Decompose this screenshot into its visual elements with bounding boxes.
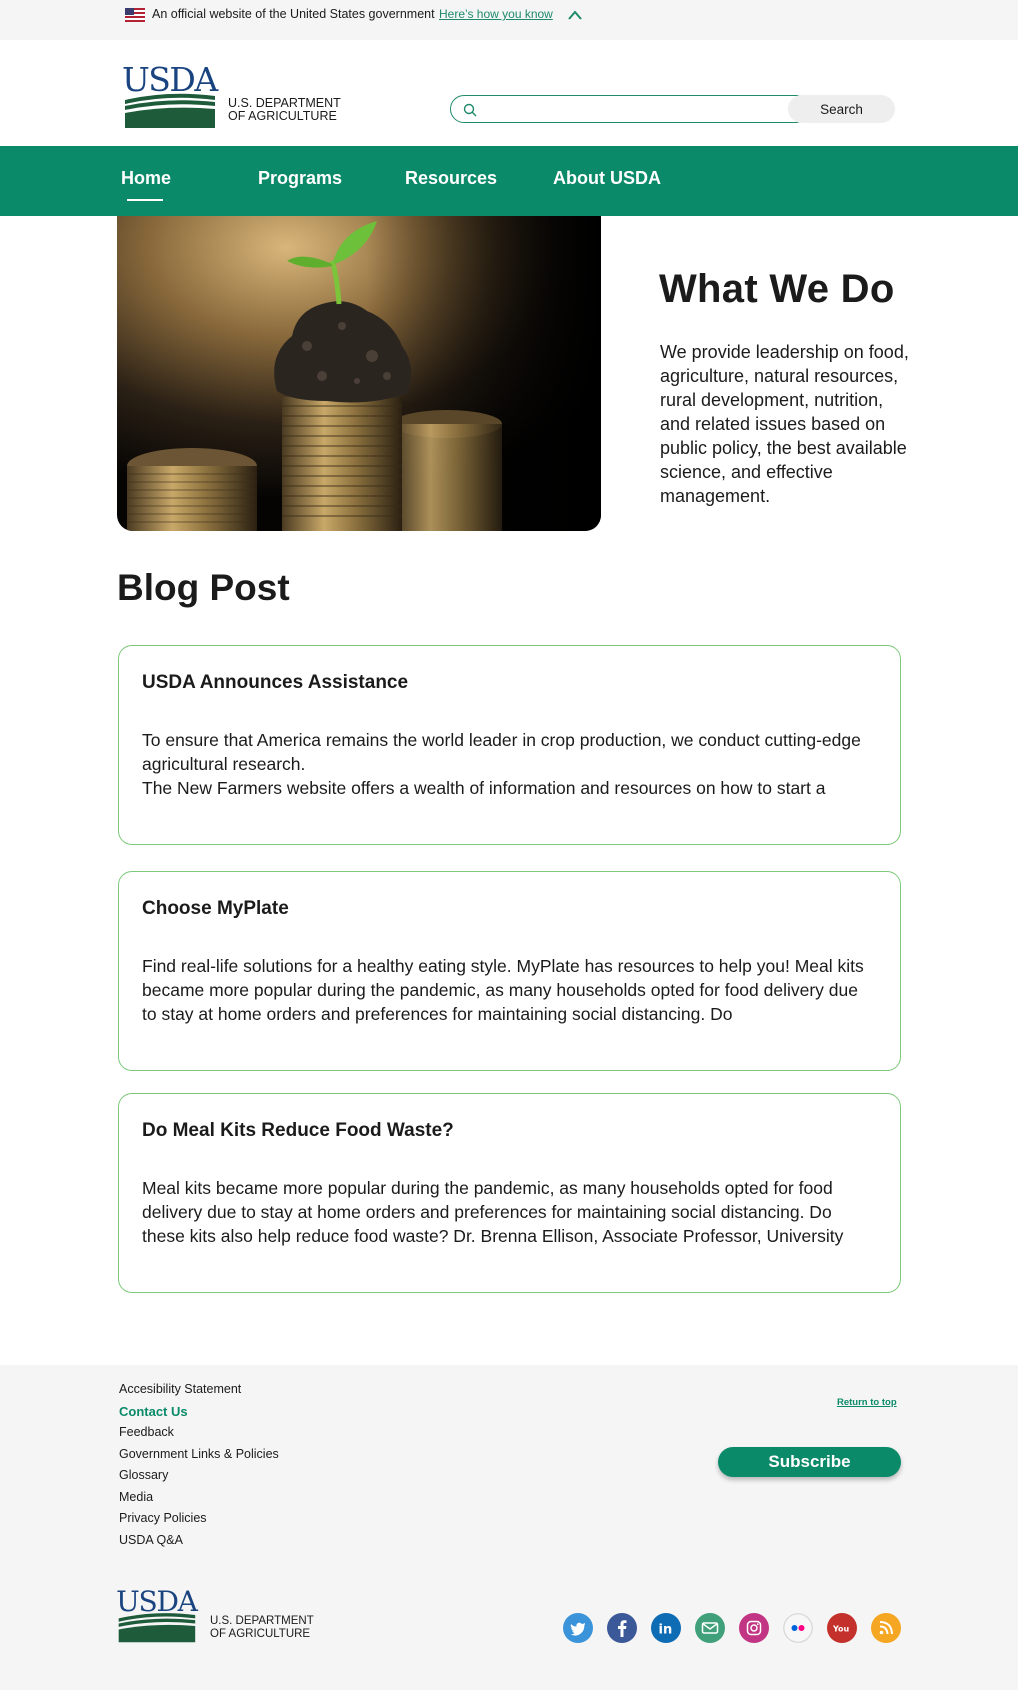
blog-card-body: Find real-life solutions for a healthy e… (142, 956, 864, 1024)
gov-banner: An official website of the United States… (0, 0, 1018, 40)
dept-line-1: U.S. DEPARTMENT (210, 1615, 314, 1627)
how-you-know-link[interactable]: Here’s how you know (439, 7, 553, 21)
svg-text:in: in (659, 1623, 673, 1638)
main-nav: Home Programs Resources About USDA (0, 146, 1018, 216)
nav-item-programs[interactable]: Programs (258, 168, 342, 189)
what-we-do-title: What We Do (659, 267, 895, 311)
blog-card-body: Meal kits became more popular during the… (142, 1178, 844, 1246)
footer-link-accessibility[interactable]: Accesibility Statement (119, 1382, 279, 1404)
site-header: USDA U.S. DEPARTMENT OF AGRICULTURE Sear… (0, 40, 1018, 146)
blog-section-title: Blog Post (117, 567, 290, 608)
search-button[interactable]: Search (788, 95, 895, 123)
footer-link-glossary[interactable]: Glossary (119, 1468, 279, 1490)
rss-icon[interactable] (871, 1613, 901, 1643)
facebook-icon[interactable] (607, 1613, 637, 1643)
svg-text:USDA: USDA (123, 64, 219, 99)
return-to-top-link[interactable]: Return to top (837, 1397, 897, 1408)
usda-logo-mark: USDA (122, 60, 221, 128)
nav-item-home[interactable]: Home (121, 168, 171, 189)
youtube-icon[interactable]: You (827, 1613, 857, 1643)
search-input[interactable] (481, 99, 801, 119)
footer-link-feedback[interactable]: Feedback (119, 1425, 279, 1447)
dept-name: U.S. DEPARTMENT OF AGRICULTURE (228, 97, 341, 123)
twitter-icon[interactable] (563, 1613, 593, 1643)
nav-item-resources[interactable]: Resources (405, 168, 497, 189)
footer-link-contact-us[interactable]: Contact Us (119, 1404, 279, 1426)
search-field-wrap (450, 95, 810, 123)
gov-banner-text: An official website of the United States… (152, 7, 435, 21)
blog-card-title: Choose MyPlate (142, 898, 289, 919)
site-footer: Accesibility Statement Contact Us Feedba… (0, 1365, 1018, 1690)
footer-links: Accesibility Statement Contact Us Feedba… (119, 1382, 279, 1554)
dept-line-2: OF AGRICULTURE (228, 109, 337, 123)
email-icon[interactable] (695, 1613, 725, 1643)
blog-card[interactable]: USDA Announces Assistance To ensure that… (118, 645, 901, 845)
nav-item-about-usda[interactable]: About USDA (553, 168, 661, 189)
linkedin-icon[interactable]: in (651, 1613, 681, 1643)
search-icon (463, 103, 477, 117)
blog-card-body: To ensure that America remains the world… (142, 730, 861, 798)
subscribe-button[interactable]: Subscribe (718, 1447, 901, 1477)
usda-logo[interactable]: USDA U.S. DEPARTMENT OF AGRICULTURE (122, 60, 353, 128)
flickr-icon[interactable] (783, 1613, 813, 1643)
blog-card-title: USDA Announces Assistance (142, 672, 409, 693)
chevron-up-icon[interactable] (567, 9, 583, 21)
svg-text:You: You (832, 1625, 850, 1634)
blog-card-title: Do Meal Kits Reduce Food Waste? (142, 1120, 454, 1141)
footer-link-government-links[interactable]: Government Links & Policies (119, 1447, 279, 1469)
us-flag-icon (125, 8, 145, 22)
blog-card[interactable]: Choose MyPlate Find real-life solutions … (118, 871, 901, 1071)
blog-card[interactable]: Do Meal Kits Reduce Food Waste? Meal kit… (118, 1093, 901, 1293)
dept-line-2: OF AGRICULTURE (210, 1627, 311, 1640)
usda-logo-mark: USDA (116, 1585, 200, 1643)
svg-text:USDA: USDA (117, 1585, 199, 1618)
footer-link-usda-qa[interactable]: USDA Q&A (119, 1533, 279, 1555)
active-nav-indicator (127, 199, 163, 201)
hero-image-seedling-coins (117, 216, 601, 531)
search-bar: Search (450, 95, 895, 123)
footer-usda-logo[interactable]: USDA U.S. DEPARTMENT OF AGRICULTURE (116, 1585, 317, 1645)
footer-link-media[interactable]: Media (119, 1490, 279, 1512)
instagram-icon[interactable] (739, 1613, 769, 1643)
dept-name: U.S. DEPARTMENT OF AGRICULTURE (210, 1615, 314, 1640)
footer-link-privacy[interactable]: Privacy Policies (119, 1511, 279, 1533)
what-we-do-body: We provide leadership on food, agricultu… (660, 342, 909, 506)
